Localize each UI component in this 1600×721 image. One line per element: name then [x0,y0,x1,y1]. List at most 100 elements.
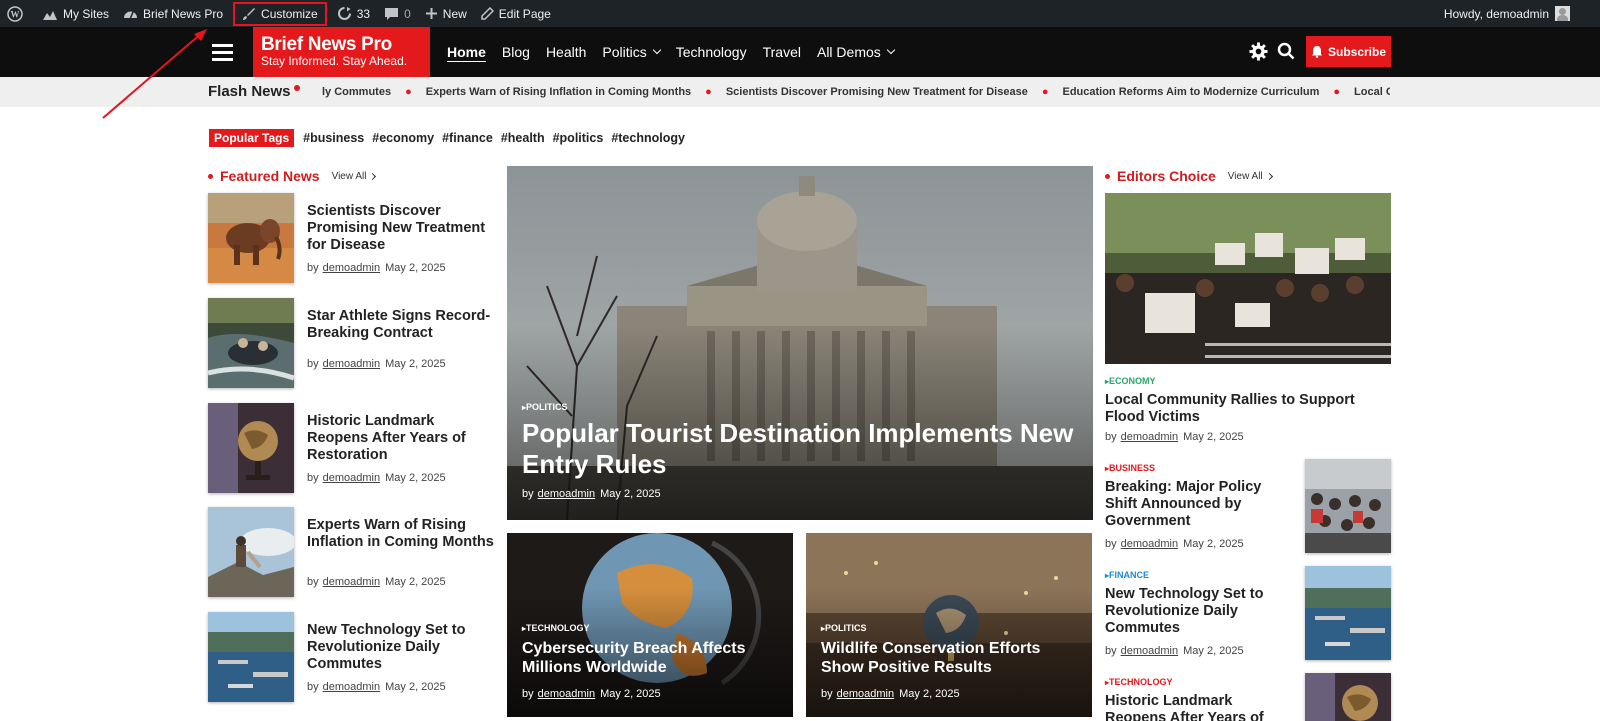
subscribe-button[interactable]: Subscribe [1306,36,1391,67]
comments-button[interactable]: 0 [377,0,418,27]
my-sites-icon [43,10,57,20]
featured-item-title[interactable]: Historic Landmark Reopens After Years of… [307,413,497,464]
card-title[interactable]: Wildlife Conservation Efforts Show Posit… [821,639,1086,677]
protest-image [1105,193,1391,364]
updates-button[interactable]: 33 [330,0,377,27]
editors-main-category[interactable]: Economy [1105,376,1156,386]
wp-admin-bar: W My Sites Brief News Pro Customize 33 0… [0,0,1600,27]
updates-icon [337,7,351,20]
featured-thumbnail[interactable] [208,403,294,493]
hero-title[interactable]: Popular Tourist Destination Implements N… [522,418,1082,480]
editors-item-category[interactable]: Business [1105,463,1155,473]
ticker-item[interactable]: Local Com [1354,86,1390,98]
search-button[interactable] [1277,42,1295,65]
featured-view-all-link[interactable]: View All [332,171,377,182]
site-header: Brief News Pro Stay Informed. Stay Ahead… [0,27,1600,77]
hero-category[interactable]: Politics [522,402,568,412]
featured-item[interactable]: Experts Warn of Rising Inflation in Comi… [208,507,498,602]
ticker-item[interactable]: Experts Warn of Rising Inflation in Comi… [426,86,691,98]
author-link[interactable]: demoadmin [323,576,380,588]
post-date: May 2, 2025 [385,262,446,274]
customize-button[interactable]: Customize [233,1,327,26]
editors-item-title[interactable]: New Technology Set to Revolutionize Dail… [1105,586,1295,637]
nav-blog[interactable]: Blog [502,44,530,60]
edit-page-label: Edit Page [498,6,551,21]
featured-thumbnail[interactable] [208,193,294,283]
featured-thumbnail[interactable] [208,298,294,388]
by-label: by [307,576,319,588]
tag-business[interactable]: #business [303,131,364,145]
news-card[interactable]: Technology Cybersecurity Breach Affects … [507,533,793,717]
paintbrush-icon [243,7,256,20]
tag-economy[interactable]: #economy [372,131,434,145]
new-content-button[interactable]: New [418,0,474,27]
ticker-item[interactable]: ly Commutes [322,86,391,98]
hamburger-menu-icon[interactable] [212,44,233,61]
featured-item[interactable]: Scientists Discover Promising New Treatm… [208,193,498,288]
author-link[interactable]: demoadmin [1121,538,1178,550]
wordpress-logo-button[interactable]: W [0,0,35,27]
nav-all-demos[interactable]: All Demos [817,44,896,60]
nav-technology[interactable]: Technology [676,44,747,60]
bell-icon [1311,46,1322,58]
author-link[interactable]: demoadmin [323,681,380,693]
featured-item[interactable]: Historic Landmark Reopens After Years of… [208,403,498,498]
theme-settings-button[interactable] [1249,42,1268,66]
site-logo[interactable]: Brief News Pro Stay Informed. Stay Ahead… [253,27,430,77]
featured-thumbnail[interactable] [208,507,294,597]
editors-main-thumbnail[interactable] [1105,193,1391,364]
card-category[interactable]: Technology [522,623,590,633]
editors-item-title[interactable]: Breaking: Major Policy Shift Announced b… [1105,479,1295,530]
post-meta: by demoadmin May 2, 2025 [1105,645,1244,657]
account-menu[interactable]: Howdy, demoadmin [1444,0,1570,27]
featured-thumbnail[interactable] [208,612,294,702]
editors-item-title[interactable]: Historic Landmark Reopens After Years of [1105,693,1295,721]
my-sites-menu[interactable]: My Sites [35,0,116,27]
tag-technology[interactable]: #technology [611,131,685,145]
by-label: by [307,472,319,484]
author-link[interactable]: demoadmin [538,488,595,500]
featured-item-title[interactable]: New Technology Set to Revolutionize Dail… [307,622,497,673]
site-name-menu[interactable]: Brief News Pro [116,0,230,27]
news-ticker: ly Commutes ● Experts Warn of Rising Infl… [322,77,1390,107]
author-link[interactable]: demoadmin [1121,431,1178,443]
author-link[interactable]: demoadmin [1121,645,1178,657]
editors-view-all-link[interactable]: View All [1228,171,1273,182]
by-label: by [307,681,319,693]
featured-item[interactable]: Star Athlete Signs Record-Breaking Contr… [208,298,498,393]
hero-post[interactable]: Politics Popular Tourist Destination Imp… [507,166,1093,520]
card-title[interactable]: Cybersecurity Breach Affects Millions Wo… [522,639,787,677]
ticker-item[interactable]: Scientists Discover Promising New Treatm… [726,86,1028,98]
featured-item-title[interactable]: Scientists Discover Promising New Treatm… [307,203,497,254]
author-link[interactable]: demoadmin [323,262,380,274]
editors-item-thumbnail[interactable] [1305,459,1391,553]
author-link[interactable]: demoadmin [837,688,894,700]
featured-item[interactable]: New Technology Set to Revolutionize Dail… [208,612,498,707]
editors-item-category[interactable]: Technology [1105,677,1173,687]
ticker-item[interactable]: Education Reforms Aim to Modernize Curri… [1062,86,1319,98]
editors-item-thumbnail[interactable] [1305,566,1391,660]
tag-finance[interactable]: #finance [442,131,493,145]
card-category[interactable]: Politics [821,623,867,633]
by-label: by [1105,645,1117,657]
post-meta: by demoadmin May 2, 2025 [1105,431,1244,443]
editors-main-title[interactable]: Local Community Rallies to Support Flood… [1105,392,1395,426]
city-waterfront-image [1305,566,1391,660]
author-link[interactable]: demoadmin [323,472,380,484]
nav-home[interactable]: Home [447,44,486,60]
nav-politics[interactable]: Politics [602,44,662,60]
edit-page-button[interactable]: Edit Page [474,0,558,27]
editors-item-category[interactable]: Finance [1105,570,1149,580]
tag-politics[interactable]: #politics [553,131,604,145]
nav-health[interactable]: Health [546,44,586,60]
comment-icon [385,7,399,20]
tag-health[interactable]: #health [501,131,545,145]
editors-item-thumbnail[interactable] [1305,673,1391,721]
author-link[interactable]: demoadmin [323,358,380,370]
author-link[interactable]: demoadmin [538,688,595,700]
post-meta: by demoadmin May 2, 2025 [522,488,661,500]
news-card[interactable]: Politics Wildlife Conservation Efforts S… [806,533,1092,717]
featured-item-title[interactable]: Star Athlete Signs Record-Breaking Contr… [307,308,497,342]
featured-item-title[interactable]: Experts Warn of Rising Inflation in Comi… [307,517,497,551]
nav-travel[interactable]: Travel [763,44,801,60]
